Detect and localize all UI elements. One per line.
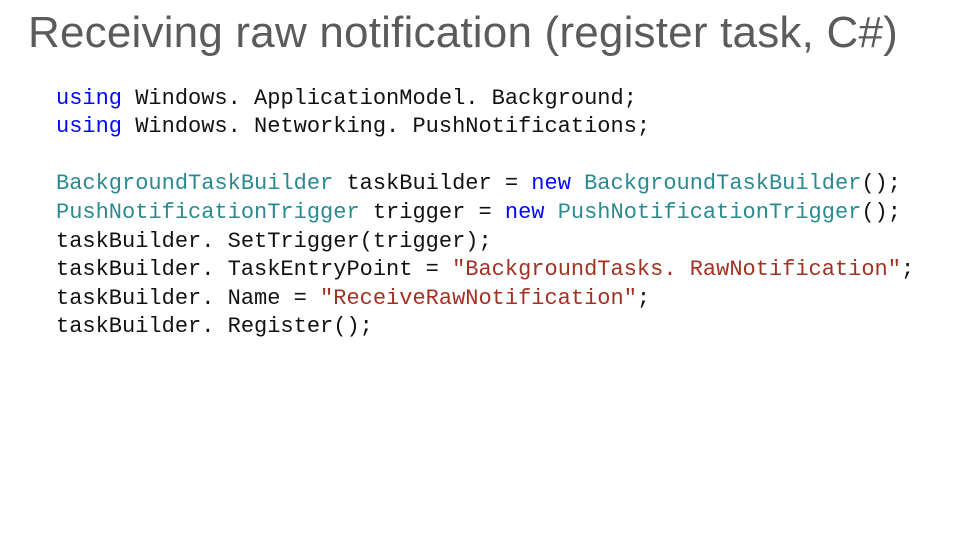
keyword-using: using	[56, 86, 122, 111]
code-text: taskBuilder =	[333, 171, 531, 196]
code-text: ;	[637, 286, 650, 311]
code-text: ();	[861, 200, 901, 225]
type-name: BackgroundTaskBuilder	[584, 171, 861, 196]
type-name: PushNotificationTrigger	[56, 200, 360, 225]
code-text: ;	[901, 257, 914, 282]
string-literal: "BackgroundTasks. RawNotification"	[452, 257, 901, 282]
keyword-using: using	[56, 114, 122, 139]
code-text: taskBuilder. Name =	[56, 286, 320, 311]
code-text: taskBuilder. SetTrigger(trigger);	[56, 229, 492, 254]
code-text: ();	[861, 171, 901, 196]
code-text: taskBuilder. TaskEntryPoint =	[56, 257, 452, 282]
type-name: BackgroundTaskBuilder	[56, 171, 333, 196]
code-text: taskBuilder. Register();	[56, 314, 373, 339]
slide: Receiving raw notification (register tas…	[0, 0, 979, 551]
code-text: trigger =	[360, 200, 505, 225]
string-literal: "ReceiveRawNotification"	[320, 286, 637, 311]
code-block: using Windows. ApplicationModel. Backgro…	[56, 85, 951, 342]
keyword-new: new	[531, 171, 571, 196]
slide-title: Receiving raw notification (register tas…	[28, 8, 951, 59]
code-text: Windows. Networking. PushNotifications;	[122, 114, 650, 139]
keyword-new: new	[505, 200, 545, 225]
code-text: Windows. ApplicationModel. Background;	[122, 86, 637, 111]
type-name: PushNotificationTrigger	[558, 200, 862, 225]
